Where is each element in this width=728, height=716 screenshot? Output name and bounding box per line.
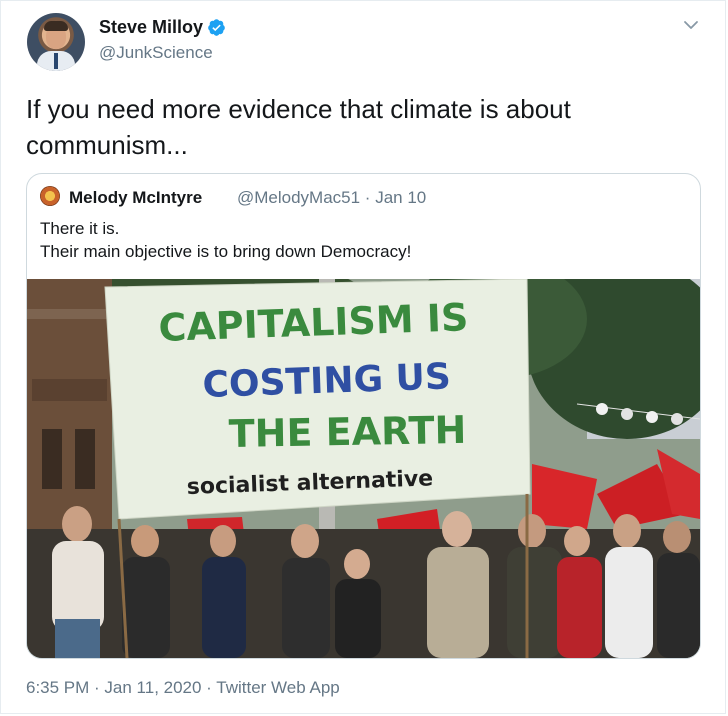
banner-line-3: THE EARTH — [228, 408, 466, 456]
quoted-author-name: Melody McIntyre — [69, 188, 203, 207]
quoted-text-line-1: There it is. — [40, 219, 120, 238]
quoted-author-avatar — [40, 186, 60, 206]
banner-line-2: COSTING US — [202, 356, 452, 406]
quoted-author-handle-date: @MelodyMac51 · Jan 10 — [237, 188, 427, 207]
verified-badge-icon — [208, 19, 225, 36]
quoted-text-line-2: Their main objective is to bring down De… — [40, 242, 412, 261]
quoted-tweet-text: There it is. Their main objective is to … — [40, 217, 411, 263]
chevron-down-icon[interactable] — [681, 15, 701, 35]
tweet-text: If you need more evidence that climate i… — [26, 91, 696, 163]
tweet-card: Steve Milloy @JunkScience If you need mo… — [0, 0, 726, 714]
tweet-timestamp-source[interactable]: 6:35 PM · Jan 11, 2020 · Twitter Web App — [26, 678, 340, 698]
tweet-text-line-1: If you need more evidence that climate i… — [26, 94, 571, 124]
quoted-tweet[interactable]: Melody McIntyre @MelodyMac51 · Jan 10 Th… — [26, 173, 701, 659]
protest-photo-illustration: CAPITALISM IS COSTING US THE EARTH socia… — [27, 279, 700, 658]
author-name[interactable]: Steve Milloy — [99, 17, 203, 38]
author-avatar[interactable] — [27, 13, 85, 71]
protest-photo[interactable]: CAPITALISM IS COSTING US THE EARTH socia… — [27, 279, 700, 658]
tweet-text-line-2: communism... — [26, 130, 188, 160]
author-handle[interactable]: @JunkScience — [99, 43, 213, 63]
